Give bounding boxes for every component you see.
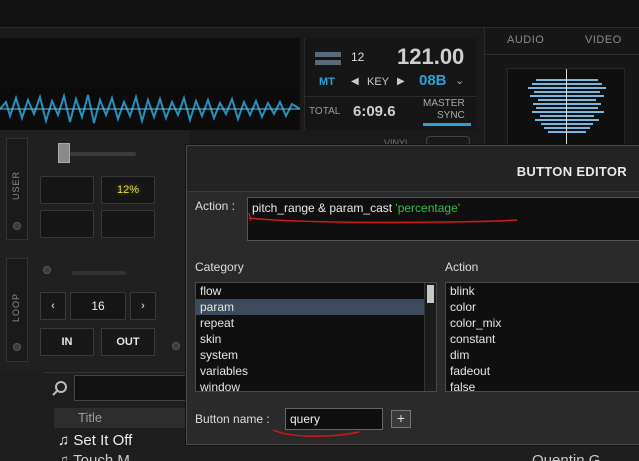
pad-1[interactable]	[40, 176, 94, 204]
annotation-underline	[248, 212, 518, 224]
deck-controls: USER 12% LOOP ‹ 16 › IN OUT	[0, 130, 190, 370]
key-dropdown-icon[interactable]: ⌄	[455, 74, 464, 87]
loop-dot[interactable]	[43, 266, 51, 274]
action-item[interactable]: dim	[446, 347, 639, 363]
track-artist-2[interactable]: Quentin G	[532, 452, 600, 461]
tab-video[interactable]: VIDEO	[585, 34, 622, 46]
user-label: USER	[11, 170, 21, 200]
action-list-label: Action	[445, 260, 479, 274]
deck-grid-icon	[315, 52, 341, 57]
sync-label[interactable]: SYNC	[437, 110, 465, 121]
key-right-icon[interactable]: ▶	[397, 76, 405, 87]
user-indicator[interactable]	[13, 222, 21, 230]
audio-wave-thumbnail	[507, 68, 625, 149]
pad-percent[interactable]: 12%	[101, 176, 155, 204]
loop-size-display: 16	[70, 292, 126, 320]
category-scroll-thumb[interactable]	[427, 285, 434, 303]
dialog-title: BUTTON EDITOR	[516, 164, 627, 179]
category-item[interactable]: skin	[196, 331, 436, 347]
loop-size-value: 16	[91, 299, 105, 313]
slider-track[interactable]	[70, 152, 136, 156]
loop-out-button[interactable]: OUT	[101, 328, 155, 356]
add-button[interactable]: +	[391, 410, 411, 428]
list-item-2[interactable]: ♫ Touch M	[58, 452, 130, 461]
loop-track[interactable]	[72, 271, 126, 275]
loop-next-button[interactable]: ›	[130, 292, 156, 320]
category-listbox[interactable]: flow param repeat skin system variables …	[195, 282, 437, 392]
total-label: TOTAL	[309, 106, 341, 117]
button-name-label: Button name :	[195, 412, 270, 426]
total-time: 6:09.6	[353, 103, 396, 120]
waveform[interactable]	[0, 88, 300, 130]
loop-label: LOOP	[11, 292, 21, 322]
music-note-icon: ♫	[58, 432, 70, 449]
category-item[interactable]: window	[196, 379, 436, 391]
action-label: Action :	[195, 199, 236, 213]
action-item[interactable]: color_mix	[446, 315, 639, 331]
search-icon[interactable]	[52, 380, 68, 399]
key-left-icon[interactable]: ◀	[351, 76, 359, 87]
deck-grid-icon-b	[315, 60, 341, 65]
pad-4[interactable]	[101, 210, 155, 238]
action-item[interactable]: constant	[446, 331, 639, 347]
action-listbox[interactable]: blink color color_mix constant dim fadeo…	[445, 282, 639, 392]
category-scrollbar[interactable]	[424, 283, 436, 391]
track-title-2: Touch M	[73, 452, 130, 461]
loop-in-button[interactable]: IN	[40, 328, 94, 356]
key-value[interactable]: 08B	[419, 72, 447, 89]
tab-divider	[485, 54, 639, 55]
counter: 12	[351, 50, 365, 64]
pad-percent-label: 12%	[116, 184, 140, 196]
pad-3[interactable]	[40, 210, 94, 238]
category-item[interactable]: repeat	[196, 315, 436, 331]
annotation-name-underline	[272, 429, 360, 437]
dialog-titlebar[interactable]: BUTTON EDITOR	[187, 146, 639, 192]
action-item[interactable]: false	[446, 379, 639, 391]
right-pane: AUDIO VIDEO	[484, 28, 639, 149]
action-item[interactable]: blink	[446, 283, 639, 299]
divider	[305, 96, 477, 97]
loop-prev-button[interactable]: ‹	[40, 292, 66, 320]
loop-indicator[interactable]	[13, 343, 21, 351]
sync-bar	[423, 123, 471, 126]
bpm-display: 121.00	[397, 44, 465, 69]
column-title[interactable]: Title	[78, 410, 102, 425]
button-editor-dialog: BUTTON EDITOR Action : pitch_range & par…	[186, 145, 639, 445]
side-knob[interactable]	[172, 342, 180, 350]
category-item[interactable]: variables	[196, 363, 436, 379]
category-item[interactable]: system	[196, 347, 436, 363]
top-strip	[0, 0, 639, 28]
category-item-selected[interactable]: param	[196, 299, 436, 315]
track-title: Set It Off	[73, 432, 133, 449]
category-item[interactable]: flow	[196, 283, 436, 299]
key-label: KEY	[367, 76, 390, 88]
deck-info-panel: 12 121.00 MT ◀ KEY ▶ 08B ⌄ TOTAL 6:09.6 …	[304, 38, 477, 130]
search-input[interactable]	[74, 375, 204, 401]
action-item[interactable]: fadeout	[446, 363, 639, 379]
audio-wave-graphic	[528, 69, 606, 149]
action-item[interactable]: color	[446, 299, 639, 315]
music-note-icon-2: ♫	[58, 452, 70, 461]
master-label[interactable]: MASTER	[423, 98, 465, 109]
mt-label[interactable]: MT	[319, 76, 335, 88]
tab-audio[interactable]: AUDIO	[507, 34, 544, 46]
list-item[interactable]: ♫ Set It Off	[58, 432, 132, 449]
category-label: Category	[195, 260, 244, 274]
slider-handle[interactable]	[58, 143, 70, 163]
